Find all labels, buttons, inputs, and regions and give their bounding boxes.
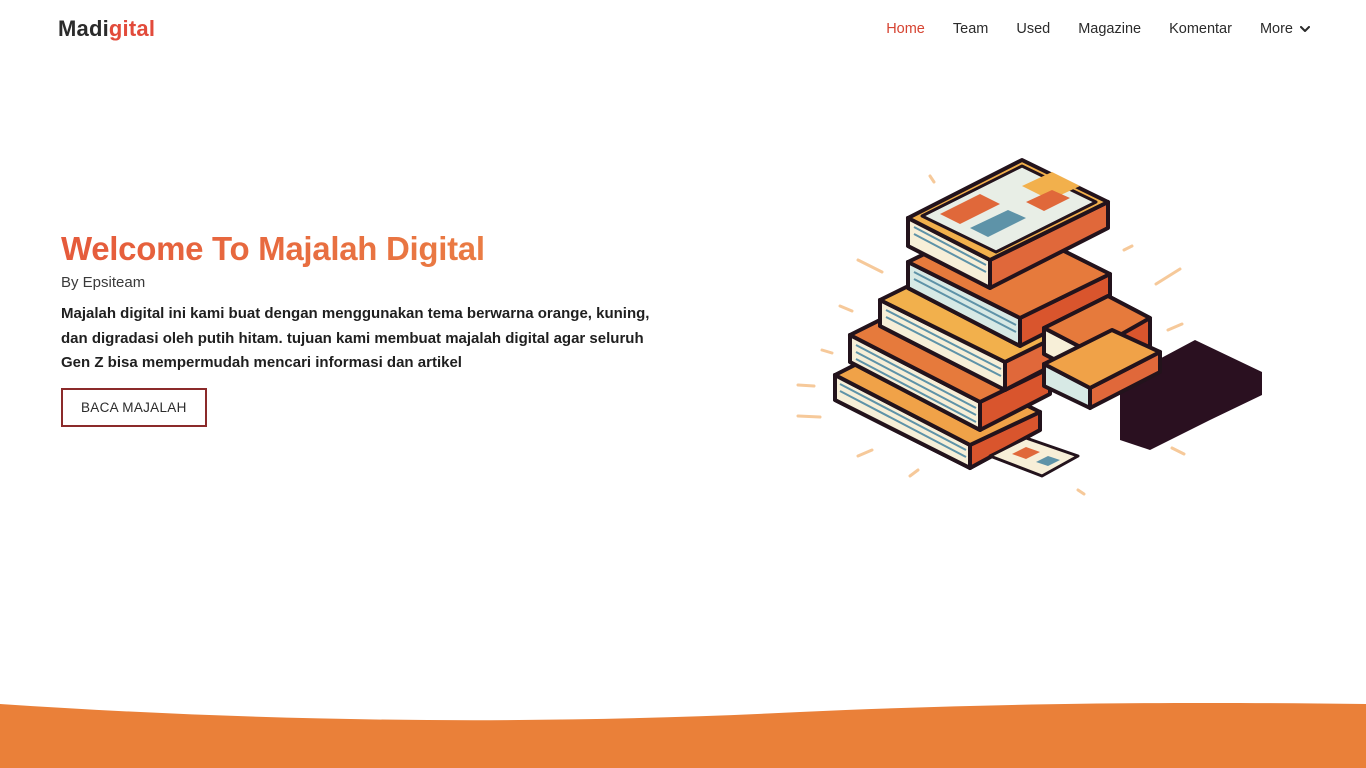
brand-logo-part2: gital [108,16,156,41]
footer-wave [0,702,1366,768]
nav-item-home[interactable]: Home [886,20,925,38]
brand-logo-part1: Madi [58,16,109,41]
nav-item-more[interactable]: More [1260,20,1310,38]
hero-description: Majalah digital ini kami buat dengan men… [61,305,650,371]
nav-item-magazine[interactable]: Magazine [1078,20,1141,38]
read-magazine-button[interactable]: BACA MAJALAH [61,387,207,427]
hero-byline: By Epsiteam [61,274,146,291]
chevron-down-icon [1300,25,1310,32]
nav-item-more-label: More [1259,21,1293,37]
nav-item-komentar[interactable]: Komentar [1169,20,1232,38]
brand-logo[interactable]: Madigital [58,16,155,42]
main-nav: Home Team Used Magazine Komentar More [858,20,1310,38]
hero-section: Welcome To Majalah Digital By Epsiteam M… [61,228,661,427]
nav-item-team[interactable]: Team [953,20,988,38]
site-header: Madigital Home Team Used Magazine Koment… [0,0,1366,58]
hero-title: Welcome To Majalah Digital [61,228,661,270]
nav-item-used[interactable]: Used [1016,20,1050,38]
book-stack-illustration [796,158,1262,496]
